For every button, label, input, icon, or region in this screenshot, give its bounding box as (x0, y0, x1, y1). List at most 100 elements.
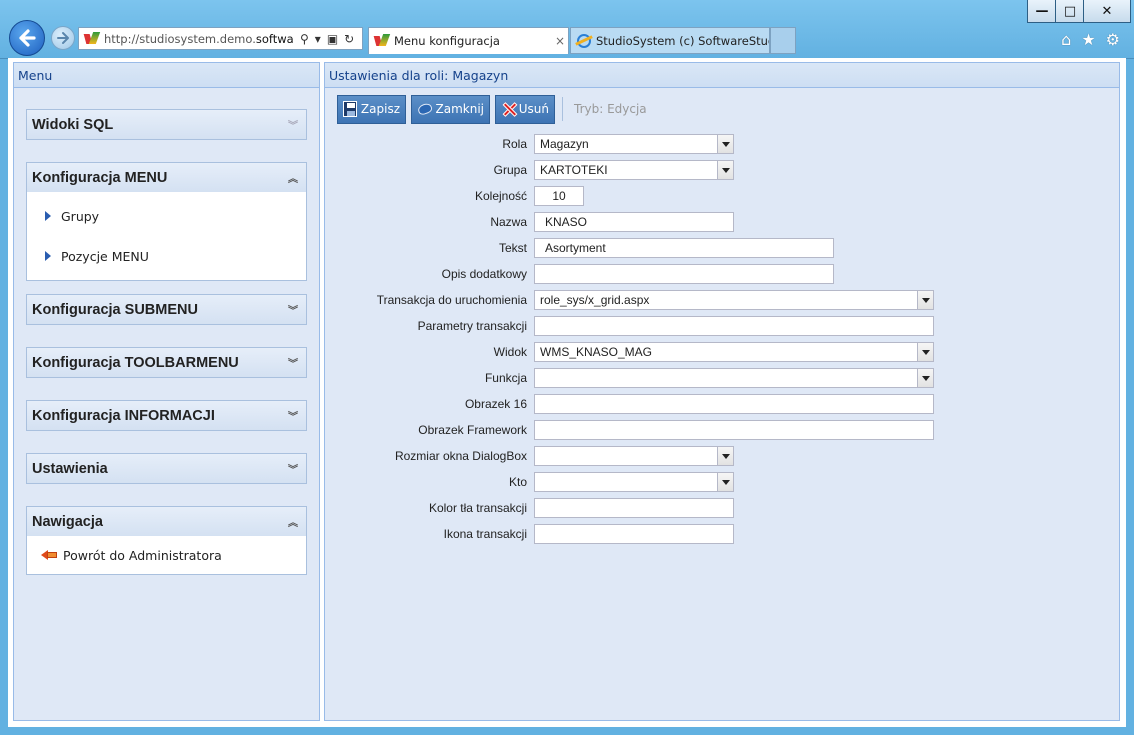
form-row-transakcja: Transakcja do uruchomienia role_sys/x_gr… (325, 289, 934, 311)
expand-chevron-icon[interactable]: ︾ (288, 355, 298, 370)
tab-label: Menu konfiguracja (394, 34, 500, 48)
form-row-rola: Rola Magazyn (325, 133, 734, 155)
page-content: Menu Widoki SQL ︾ Konfiguracja MENU ︽ Gr… (8, 58, 1126, 727)
rozmiar-select[interactable] (534, 446, 734, 466)
form-row-nazwa: Nazwa KNASO (325, 211, 734, 233)
close-tab-icon[interactable]: × (552, 34, 568, 48)
widok-select[interactable]: WMS_KNASO_MAG (534, 342, 934, 362)
settings-panel: Ustawienia dla roli: Magazyn Zapisz Zamk… (324, 62, 1120, 721)
form-row-kolejnosc: Kolejność 10 (325, 185, 584, 207)
accordion-header-widoki-sql[interactable]: Widoki SQL ︾ (27, 110, 306, 139)
nazwa-label: Nazwa (490, 215, 527, 229)
transakcja-label: Transakcja do uruchomienia (376, 293, 527, 307)
form-row-widok: Widok WMS_KNASO_MAG (325, 341, 934, 363)
address-bar[interactable]: http://studiosystem.demo.softwar... ⚲ ▾ … (78, 27, 363, 50)
menu-item-grupy[interactable]: Grupy (27, 196, 306, 236)
expand-chevron-icon[interactable]: ︾ (288, 461, 298, 476)
form-row-obrazek16: Obrazek 16 (325, 393, 934, 415)
nazwa-input[interactable]: KNASO (534, 212, 734, 232)
rola-select[interactable]: Magazyn (534, 134, 734, 154)
dropdown-icon[interactable]: ▾ (315, 32, 321, 46)
delete-button[interactable]: Usuń (495, 94, 555, 124)
collapse-chevron-icon[interactable]: ︽ (288, 514, 298, 529)
menu-panel-title: Menu (14, 63, 319, 88)
save-button[interactable]: Zapisz (337, 94, 406, 124)
grupa-select[interactable]: KARTOTEKI (534, 160, 734, 180)
maximize-icon: □ (1063, 3, 1077, 19)
form-row-obrazek-framework: Obrazek Framework (325, 419, 934, 441)
accordion-header-konfiguracja-informacji[interactable]: Konfiguracja INFORMACJI ︾ (27, 401, 306, 430)
chevron-down-icon[interactable] (917, 291, 933, 309)
tekst-label: Tekst (498, 241, 527, 255)
close-window-button[interactable]: ✕ (1083, 0, 1131, 23)
funkcja-select[interactable] (534, 368, 934, 388)
accordion-header-ustawienia[interactable]: Ustawienia ︾ (27, 454, 306, 483)
browser-chrome: — □ ✕ http://studiosystem.demo.softwar..… (0, 0, 1134, 59)
funkcja-label: Funkcja (484, 371, 527, 385)
obrazek-framework-input[interactable] (534, 420, 934, 440)
ie-page-icon (577, 33, 591, 48)
parametry-input[interactable] (534, 316, 934, 336)
accordion-ustawienia: Ustawienia ︾ (26, 453, 307, 484)
new-tab-button[interactable] (770, 27, 796, 54)
back-button[interactable] (9, 20, 45, 56)
expand-chevron-icon[interactable]: ︾ (288, 117, 298, 132)
settings-icon[interactable]: ⚙ (1106, 30, 1120, 49)
form-row-ikona: Ikona transakcji (325, 523, 734, 545)
tab-studiosystem[interactable]: StudioSystem (c) SoftwareStud... (570, 27, 770, 54)
kto-select[interactable] (534, 472, 734, 492)
save-icon (343, 101, 357, 117)
close-button[interactable]: Zamknij (411, 94, 490, 124)
kolor-label: Kolor tła transakcji (428, 501, 527, 515)
form-toolbar: Zapisz Zamknij Usuń Tryb: Edycja (337, 94, 647, 124)
accordion-header-nawigacja[interactable]: Nawigacja ︽ (27, 507, 306, 536)
expand-chevron-icon[interactable]: ︾ (288, 302, 298, 317)
form-row-opis: Opis dodatkowy (325, 263, 834, 285)
chevron-down-icon[interactable] (917, 343, 933, 361)
settings-panel-title: Ustawienia dla roli: Magazyn (325, 63, 1119, 88)
form-row-parametry: Parametry transakcji (325, 315, 934, 337)
toolbar-separator (562, 97, 563, 121)
accordion-header-konfiguracja-toolbarmenu[interactable]: Konfiguracja TOOLBARMENU ︾ (27, 348, 306, 377)
form-row-kolor: Kolor tła transakcji (325, 497, 734, 519)
chevron-down-icon[interactable] (717, 135, 733, 153)
rozmiar-label: Rozmiar okna DialogBox (394, 449, 527, 463)
opis-input[interactable] (534, 264, 834, 284)
kolejnosc-input[interactable]: 10 (534, 186, 584, 206)
menu-item-powrot-do-administratora[interactable]: Powrót do Administratora (27, 536, 306, 574)
forward-button[interactable] (51, 26, 75, 50)
accordion-header-konfiguracja-menu[interactable]: Konfiguracja MENU ︽ (27, 163, 306, 192)
home-icon[interactable]: ⌂ (1061, 30, 1071, 49)
menu-item-pozycje-menu[interactable]: Pozycje MENU (27, 236, 306, 276)
minimize-button[interactable]: — (1027, 0, 1057, 23)
back-arrow-icon (41, 548, 59, 562)
kolejnosc-label: Kolejność (474, 189, 527, 203)
tab-label: StudioSystem (c) SoftwareStud... (596, 33, 769, 48)
address-url[interactable]: http://studiosystem.demo.softwar... (104, 32, 294, 46)
close-form-icon (417, 101, 432, 117)
bullet-triangle-icon (45, 211, 51, 221)
chevron-down-icon[interactable] (717, 447, 733, 465)
refresh-icon[interactable]: ↻ (344, 32, 354, 46)
chevron-down-icon[interactable] (717, 161, 733, 179)
chevron-down-icon[interactable] (717, 473, 733, 491)
maximize-button[interactable]: □ (1055, 0, 1085, 23)
chevron-down-icon[interactable] (917, 369, 933, 387)
transakcja-select[interactable]: role_sys/x_grid.aspx (534, 290, 934, 310)
compat-view-icon[interactable]: ▣ (327, 32, 338, 46)
obrazek16-label: Obrazek 16 (464, 397, 527, 411)
tab-menu-konfiguracja[interactable]: Menu konfiguracja × (368, 27, 569, 54)
accordion-header-konfiguracja-submenu[interactable]: Konfiguracja SUBMENU ︾ (27, 295, 306, 324)
obrazek16-input[interactable] (534, 394, 934, 414)
form-row-rozmiar: Rozmiar okna DialogBox (325, 445, 734, 467)
kolor-input[interactable] (534, 498, 734, 518)
opis-label: Opis dodatkowy (441, 267, 527, 281)
collapse-chevron-icon[interactable]: ︽ (288, 170, 298, 185)
close-icon: ✕ (1101, 3, 1113, 19)
tekst-input[interactable]: Asortyment (534, 238, 834, 258)
ikona-input[interactable] (534, 524, 734, 544)
expand-chevron-icon[interactable]: ︾ (288, 408, 298, 423)
menu-panel: Menu Widoki SQL ︾ Konfiguracja MENU ︽ Gr… (13, 62, 320, 721)
favorites-icon[interactable]: ★ (1081, 30, 1095, 49)
search-icon[interactable]: ⚲ (300, 32, 309, 46)
